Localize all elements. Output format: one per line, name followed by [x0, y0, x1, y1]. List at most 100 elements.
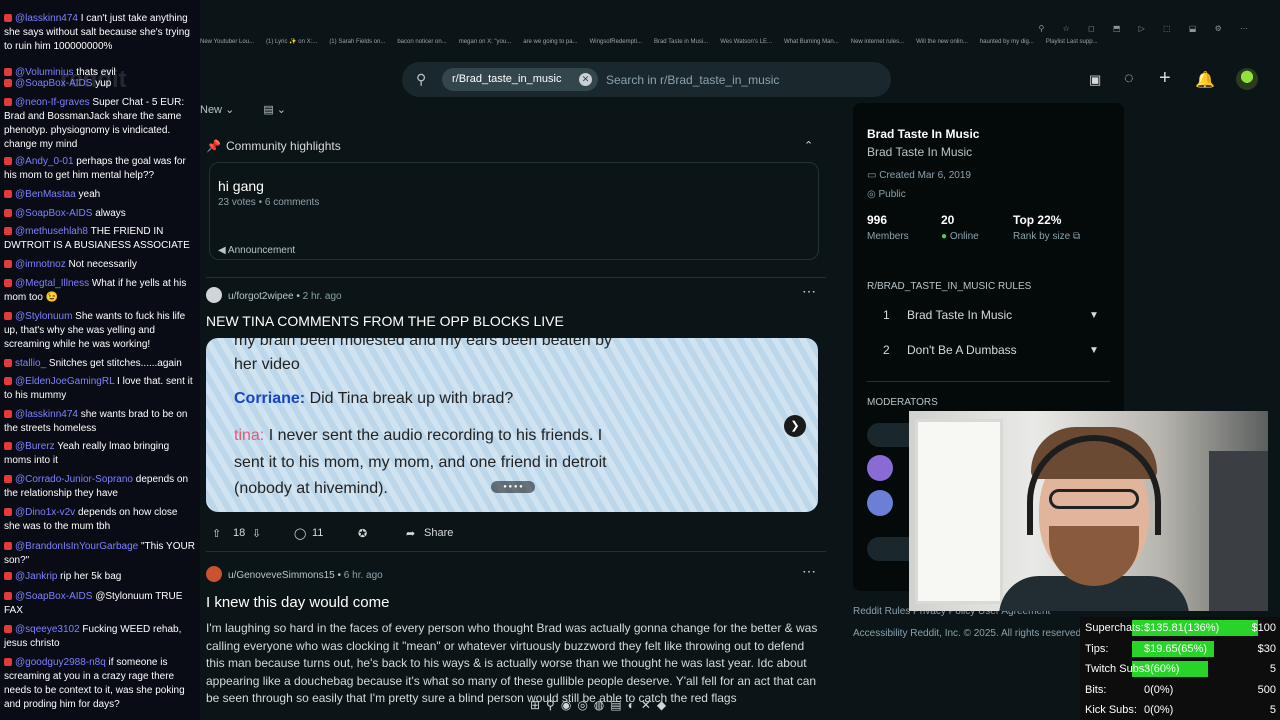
image-speaker: tina: [234, 427, 265, 444]
chat-username: @SoapBox-AIDS [15, 208, 93, 219]
bookmark-item[interactable]: Wes Watson's LE... [720, 39, 772, 45]
taskbar[interactable]: ⊞⚲◉◎◍▤◐✕◆ [530, 698, 750, 720]
youtube-icon [4, 475, 12, 483]
chevron-down-icon[interactable]: ▼ [1089, 345, 1099, 356]
rank-label[interactable]: Rank by size ⧉ [1013, 231, 1080, 242]
created-label: Created Mar 6, 2019 [879, 170, 971, 181]
chat-message: @lasskinn474 she wants brad to be on the… [4, 408, 196, 436]
image-text-line: her video [234, 356, 300, 374]
rank-label-text: Rank by size [1013, 231, 1071, 242]
post-title[interactable]: NEW TINA COMMENTS FROM THE OPP BLOCKS LI… [206, 313, 564, 329]
chat-username: @sqeeye3102 [15, 624, 80, 635]
bookmark-item[interactable]: Brad Taste in Musi... [654, 39, 708, 45]
chat-message: @Andy_0-01 perhaps the goal was for his … [4, 155, 196, 183]
post-body[interactable]: I'm laughing so hard in the faces of eve… [206, 620, 818, 708]
author-avatar[interactable] [206, 287, 222, 303]
search-input[interactable]: Search in r/Brad_taste_in_music [606, 73, 779, 87]
chevron-down-icon[interactable]: ▼ [1089, 310, 1099, 321]
comment-icon[interactable]: ◯ [294, 527, 306, 540]
highlight-card-title[interactable]: hi gang [218, 178, 264, 194]
image-line-text: my brain been molested and my ears been … [234, 338, 613, 349]
screen: ⚲ ☆ ◻ ⬒ ▷ ⬚ ⬓ ⚙ ⋯ New Youtuber Lou... (1)… [0, 0, 1280, 720]
bookmark-item[interactable]: (1) Lyric ✨ on X:... [266, 39, 317, 45]
youtube-icon [4, 98, 12, 106]
bookmarks-bar: New Youtuber Lou... (1) Lyric ✨ on X:... (… [200, 38, 1280, 52]
bookmark-item[interactable]: Playlist Last supp... [1046, 39, 1098, 45]
carousel-dots[interactable]: ● ● ● ● [491, 481, 535, 493]
chat-username: @lasskinn474 [15, 13, 78, 24]
bookmark-item[interactable]: WingsofRedempti... [590, 39, 642, 45]
bookmark-item[interactable]: New internet rules... [851, 39, 904, 45]
chat-text: rip her 5k bag [57, 571, 122, 582]
moderator-avatar[interactable] [867, 490, 893, 516]
more-options-icon[interactable]: ⋯ [802, 563, 816, 580]
donation-goal: 5 [1269, 704, 1276, 716]
chat-message: @goodguy2988-n8q if someone is screaming… [4, 656, 196, 712]
moderator-avatar[interactable] [867, 455, 893, 481]
donation-value: 0(0%) [1144, 683, 1174, 696]
donation-goal: $30 [1257, 642, 1276, 655]
globe-icon: ◎ [867, 189, 879, 200]
sort-row[interactable]: New ⌄ ▤ ⌄ [200, 103, 286, 116]
rule-item[interactable]: 2 Don't Be A Dumbass [883, 343, 1017, 357]
share-button[interactable]: Share [424, 527, 453, 539]
image-line-text: (nobody at hivemind). [234, 480, 388, 497]
rule-item[interactable]: 1 Brad Taste In Music [883, 308, 1012, 322]
post-author[interactable]: u/GenoveveSimmons15 [228, 570, 335, 581]
view-toggle-icon[interactable]: ▤ ⌄ [263, 104, 286, 116]
post-image[interactable]: my brain been molested and my ears been … [206, 338, 818, 512]
bookmark-item[interactable]: New Youtuber Lou... [200, 39, 254, 45]
bookmark-item[interactable]: bacon noticer on... [397, 39, 446, 45]
bookmark-item[interactable]: haunted by my dig... [980, 39, 1034, 45]
chat-icon[interactable]: ◌ [1124, 70, 1134, 88]
youtube-icon [4, 14, 12, 22]
next-image-button[interactable]: ❯ [784, 415, 806, 437]
divider [867, 381, 1110, 382]
comment-count[interactable]: 11 [312, 527, 323, 539]
youtube-icon [4, 190, 12, 198]
subreddit-search-chip[interactable]: r/Brad_taste_in_music ✕ [442, 68, 598, 91]
downvote-button[interactable]: ⇩ [252, 527, 261, 540]
notification-icon[interactable]: 🔔 [1195, 70, 1215, 90]
bookmark-item[interactable]: megan on X: "you... [459, 39, 512, 45]
bookmark-item[interactable]: are we going to pa... [523, 39, 577, 45]
external-link-icon: ⧉ [1073, 231, 1081, 242]
moderators-heading: MODERATORS [867, 397, 938, 408]
ad-icon[interactable]: ▣ [1089, 72, 1101, 88]
award-icon[interactable]: ✪ [358, 527, 367, 540]
chat-username: @methusehlah8 [15, 226, 88, 237]
bookmark-item[interactable]: What Burning Man... [784, 39, 839, 45]
chat-message: @BrandonIsInYourGarbage "This YOUR son?" [4, 540, 196, 568]
post-title[interactable]: I knew this day would come [206, 594, 389, 611]
online-label: ● Online [941, 231, 979, 242]
more-options-icon[interactable]: ⋯ [802, 283, 816, 300]
webcam-coats [1209, 451, 1268, 611]
upvote-button[interactable]: ⇧ [212, 527, 221, 540]
megaphone-icon: ◀ [218, 245, 228, 256]
cake-icon: ▭ [867, 170, 880, 181]
create-icon[interactable]: + [1159, 67, 1171, 90]
donation-row: Superchats: $135.81(136%) $100 [1080, 618, 1280, 638]
image-text-line: sent it to his mom, my mom, and one frie… [234, 454, 607, 472]
donation-value: $19.65(65%) [1144, 642, 1207, 655]
sort-dropdown[interactable]: New [200, 104, 222, 116]
youtube-icon [4, 227, 12, 235]
share-icon[interactable]: ➦ [406, 527, 415, 540]
avatar[interactable] [1236, 68, 1258, 90]
post-author[interactable]: u/forgot2wipee [228, 291, 294, 302]
highlight-card[interactable]: hi gang 23 votes • 6 comments ◀ Announce… [209, 162, 819, 260]
search-bar[interactable]: ⚲ r/Brad_taste_in_music ✕ Search in r/Br… [402, 62, 891, 97]
members-count: 996 [867, 213, 888, 227]
announcement-tag: ◀ Announcement [218, 245, 295, 256]
chevron-up-icon[interactable]: ⌃ [804, 139, 813, 152]
bookmark-item[interactable]: (1) Sarah Fields on... [329, 39, 385, 45]
bookmark-item[interactable]: Will the new onlin... [916, 39, 968, 45]
chat-username: @Jankrip [15, 571, 58, 582]
chevron-down-icon: ⌄ [225, 104, 238, 116]
author-avatar[interactable] [206, 566, 222, 582]
browser-toolbar-icons[interactable]: ⚲ ☆ ◻ ⬒ ▷ ⬚ ⬓ ⚙ ⋯ [1039, 24, 1256, 33]
donation-row: Tips: $19.65(65%) $30 [1080, 639, 1280, 659]
close-icon[interactable]: ✕ [579, 73, 592, 86]
rank-value: Top 22% [1013, 213, 1062, 227]
youtube-icon [4, 68, 12, 76]
